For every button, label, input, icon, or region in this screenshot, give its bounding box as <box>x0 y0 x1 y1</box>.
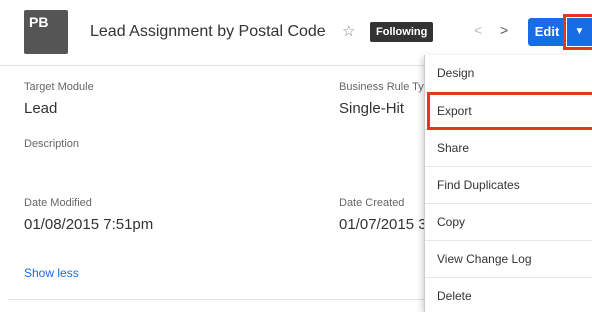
business-rule-type-label: Business Rule Ty <box>339 81 424 93</box>
star-outline-icon[interactable]: ☆ <box>342 22 355 40</box>
following-button[interactable]: Following <box>370 22 434 42</box>
export-highlight-box <box>427 92 592 130</box>
menu-item-delete[interactable]: Delete <box>425 277 592 312</box>
module-avatar: PB <box>24 10 68 54</box>
target-module-value: Lead <box>24 100 58 117</box>
business-rule-type-value: Single-Hit <box>339 100 405 117</box>
menu-item-share[interactable]: Share <box>425 129 592 166</box>
description-label: Description <box>24 138 80 150</box>
date-created-value: 01/07/2015 3 <box>339 216 427 233</box>
menu-item-design[interactable]: Design <box>425 55 592 92</box>
date-modified-label: Date Modified <box>24 197 92 209</box>
edit-button[interactable]: Edit <box>528 18 566 46</box>
panel-divider <box>8 299 428 300</box>
chevron-left-icon[interactable]: < <box>474 22 482 38</box>
date-modified-value: 01/08/2015 7:51pm <box>24 216 154 233</box>
date-created-label: Date Created <box>339 197 405 209</box>
show-less-link[interactable]: Show less <box>24 266 79 280</box>
record-title: Lead Assignment by Postal Code <box>90 23 326 40</box>
caret-highlight-box <box>563 14 592 50</box>
chevron-right-icon[interactable]: > <box>500 22 508 38</box>
target-module-label: Target Module <box>24 81 94 93</box>
menu-item-find-duplicates[interactable]: Find Duplicates <box>425 166 592 203</box>
menu-item-view-change-log[interactable]: View Change Log <box>425 240 592 277</box>
menu-item-copy[interactable]: Copy <box>425 203 592 240</box>
